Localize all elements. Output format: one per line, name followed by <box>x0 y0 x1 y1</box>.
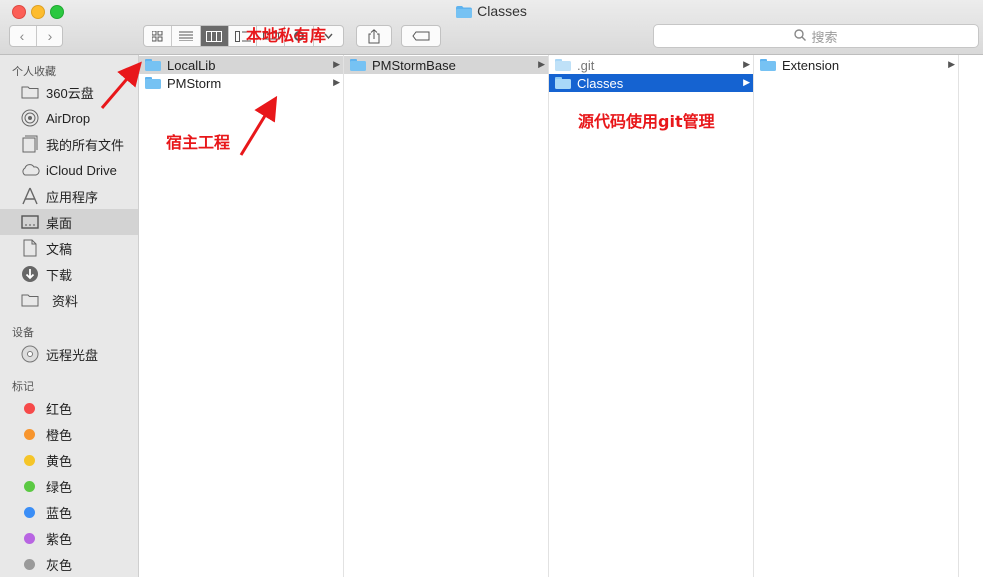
annotation-git-managed: 源代码使用git管理 <box>578 112 715 131</box>
annotation-host-project: 宿主工程 <box>166 133 231 152</box>
arrow-to-locallib <box>100 61 142 109</box>
annotation-local-private-repo: 本地私有库 <box>246 26 327 45</box>
arrow-to-pmstorm <box>239 95 278 156</box>
annotation-arrows <box>100 61 278 156</box>
